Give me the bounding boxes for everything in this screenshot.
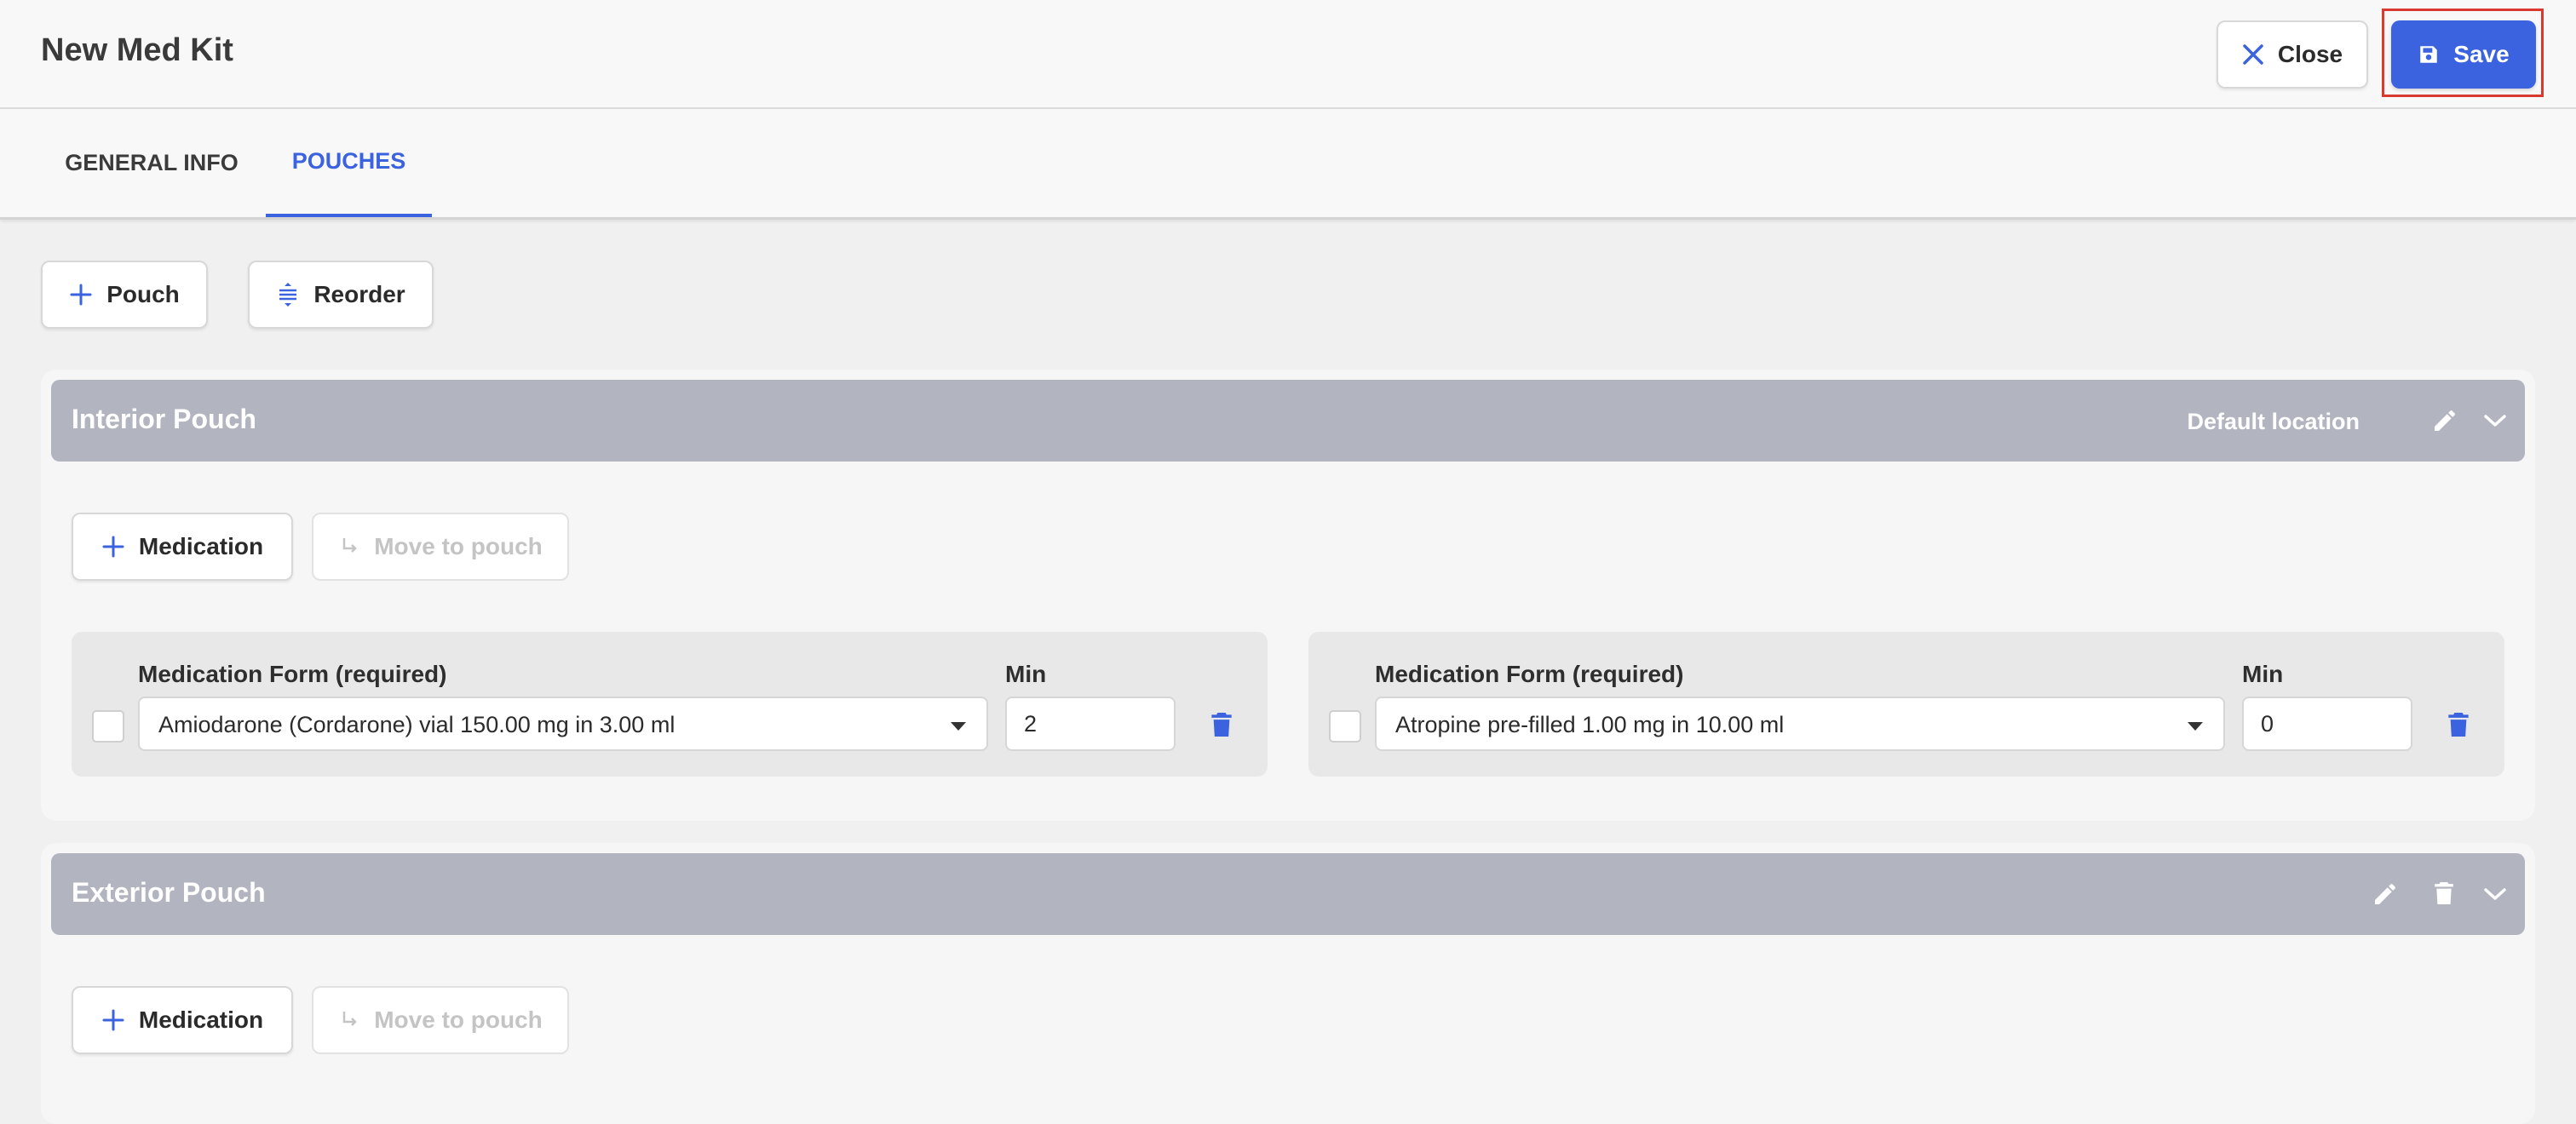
chevron-down-icon[interactable]: [2481, 409, 2510, 433]
delete-trash-icon[interactable]: [1210, 710, 1233, 739]
medication-form-label: Medication Form (required): [1375, 661, 1684, 687]
tab-pouches[interactable]: POUCHES: [266, 109, 432, 217]
medication-form-value: Amiodarone (Cordarone) vial 150.00 mg in…: [158, 712, 676, 737]
add-medication-label: Medication: [138, 533, 264, 559]
save-icon: [2420, 46, 2438, 63]
reorder-icon: [279, 283, 297, 307]
medication-form-label: Medication Form (required): [138, 661, 447, 687]
medication-row: Medication Form (required) Min Amiodaron…: [72, 632, 1268, 777]
edit-pencil-icon[interactable]: [2372, 880, 2399, 908]
caret-down-icon: [951, 722, 966, 731]
delete-trash-icon[interactable]: [2447, 710, 2470, 739]
min-input[interactable]: [1005, 697, 1176, 751]
reorder-button[interactable]: Reorder: [248, 261, 434, 329]
tab-bar: GENERAL INFO POUCHES: [0, 109, 2576, 220]
min-input[interactable]: [2242, 697, 2412, 751]
page-title: New Med Kit: [41, 32, 233, 68]
pouch-name: Interior Pouch: [72, 404, 256, 434]
close-button[interactable]: Close: [2217, 20, 2368, 89]
pouch-card-exterior: Exterior Pouch Medication Move to pouch: [41, 843, 2535, 1124]
subdirectory-arrow-icon: [342, 1012, 357, 1026]
medication-form-select[interactable]: Amiodarone (Cordarone) vial 150.00 mg in…: [138, 697, 988, 751]
medication-form-value: Atropine pre-filled 1.00 mg in 10.00 ml: [1395, 712, 1785, 737]
move-to-pouch-button[interactable]: Move to pouch: [312, 513, 569, 581]
close-icon: [2243, 44, 2263, 65]
add-pouch-button[interactable]: Pouch: [41, 261, 208, 329]
page-header: New Med Kit Close Save: [0, 0, 2576, 109]
medication-form-select[interactable]: Atropine pre-filled 1.00 mg in 10.00 ml: [1375, 697, 2225, 751]
save-button-label: Save: [2453, 41, 2510, 67]
pouch-name: Exterior Pouch: [72, 877, 266, 908]
add-medication-button[interactable]: Medication: [72, 986, 293, 1054]
plus-icon: [102, 536, 124, 558]
add-medication-button[interactable]: Medication: [72, 513, 293, 581]
save-button[interactable]: Save: [2391, 20, 2536, 89]
reorder-label: Reorder: [313, 281, 405, 307]
pouch-header[interactable]: Exterior Pouch: [51, 853, 2525, 935]
delete-trash-icon[interactable]: [2433, 879, 2455, 908]
chevron-down-icon[interactable]: [2481, 882, 2510, 906]
medication-checkbox[interactable]: [92, 710, 124, 743]
close-button-label: Close: [2277, 41, 2343, 67]
add-medication-label: Medication: [138, 1006, 264, 1033]
add-pouch-label: Pouch: [106, 281, 180, 307]
move-to-pouch-label: Move to pouch: [374, 1006, 543, 1033]
tab-general-info[interactable]: GENERAL INFO: [49, 109, 254, 217]
medication-row: Medication Form (required) Min Atropine …: [1308, 632, 2504, 777]
pouch-header[interactable]: Interior Pouch Default location: [51, 380, 2525, 462]
move-to-pouch-label: Move to pouch: [374, 533, 543, 559]
medication-checkbox[interactable]: [1329, 710, 1361, 743]
subdirectory-arrow-icon: [342, 538, 357, 553]
min-label: Min: [1005, 661, 1047, 687]
edit-pencil-icon[interactable]: [2431, 407, 2458, 434]
pouch-card-interior: Interior Pouch Default location Medicati…: [41, 370, 2535, 821]
pouch-location: Default location: [2187, 409, 2360, 434]
plus-icon: [70, 284, 92, 306]
min-label: Min: [2242, 661, 2284, 687]
caret-down-icon: [2188, 722, 2203, 731]
plus-icon: [102, 1009, 124, 1031]
move-to-pouch-button[interactable]: Move to pouch: [312, 986, 569, 1054]
